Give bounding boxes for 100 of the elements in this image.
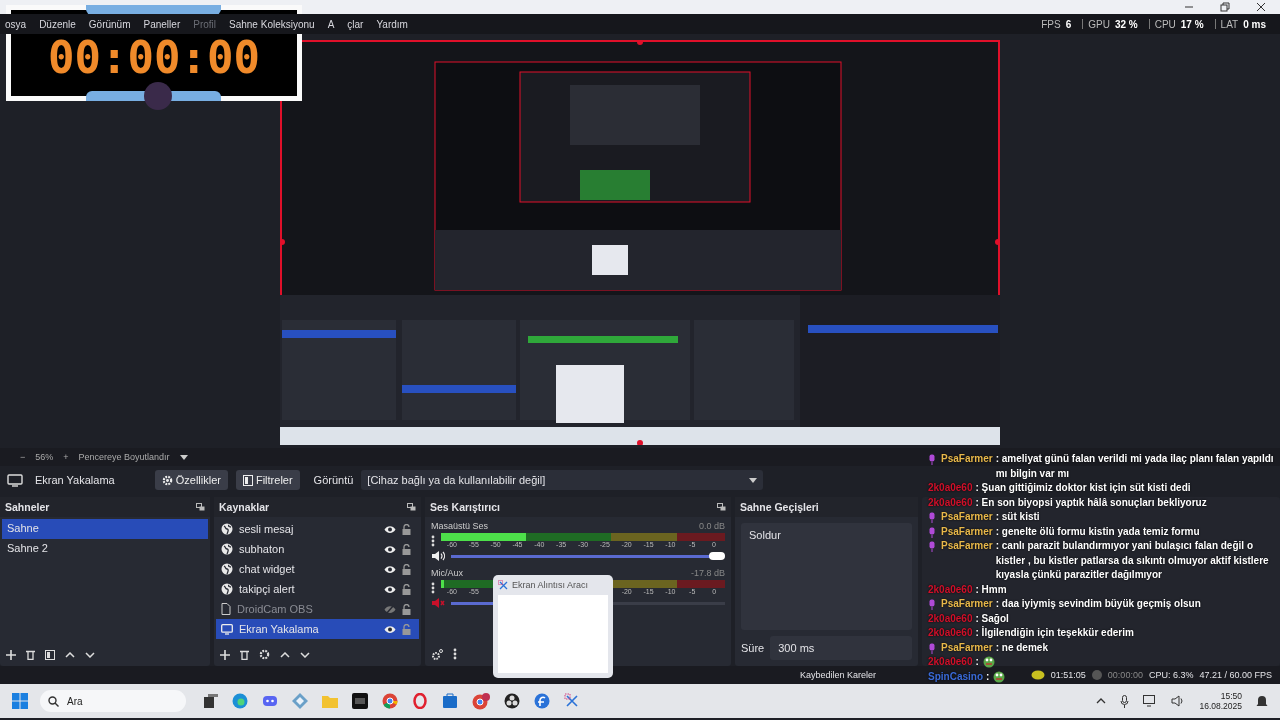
- chevron-up-icon[interactable]: [1096, 698, 1107, 704]
- more-icon[interactable]: [453, 648, 457, 660]
- source-item[interactable]: DroidCam OBS: [216, 599, 419, 619]
- menu-item[interactable]: A: [327, 18, 335, 30]
- tablet-app-icon[interactable]: [352, 693, 368, 709]
- filters-button[interactable]: Filtreler: [235, 470, 300, 490]
- filter-icon[interactable]: [45, 650, 55, 660]
- gear-icon: [161, 474, 173, 486]
- chat-text: : Şuan gittiğimiz doktor kist için süt kisti dedi: [975, 481, 1192, 495]
- eye-icon[interactable]: [384, 624, 396, 634]
- chrome-icon[interactable]: [382, 693, 398, 709]
- unlocked-icon[interactable]: [402, 603, 411, 615]
- menu-item[interactable]: çlar: [347, 18, 364, 30]
- unlocked-icon[interactable]: [402, 563, 411, 575]
- chevron-down-icon[interactable]: [85, 652, 95, 658]
- search-field[interactable]: Ara: [40, 690, 186, 712]
- bell-icon[interactable]: [1256, 694, 1268, 708]
- task-view-icon[interactable]: [204, 694, 218, 708]
- chat-text: :: [975, 655, 979, 669]
- settings-icon[interactable]: [259, 649, 270, 660]
- search-icon: [48, 695, 59, 707]
- hidden-eye-icon[interactable]: [384, 604, 396, 614]
- unlocked-icon[interactable]: [402, 543, 411, 555]
- source-item[interactable]: chat widget: [216, 559, 419, 579]
- filter-icon: [242, 474, 253, 486]
- more-icon[interactable]: [431, 581, 435, 594]
- globe-icon: [221, 543, 233, 555]
- record-status-icon: [1091, 670, 1102, 680]
- browser-icon[interactable]: [232, 693, 248, 709]
- monitor-icon: [221, 623, 233, 635]
- add-icon[interactable]: [6, 650, 16, 660]
- chat-username: 2k0a0e60: [928, 611, 973, 626]
- chat-username: 2k0a0e60: [928, 655, 973, 669]
- eye-icon[interactable]: [384, 564, 396, 574]
- network-icon[interactable]: [1143, 695, 1158, 707]
- source-item[interactable]: subhaton: [216, 539, 419, 559]
- slider-thumb[interactable]: [709, 552, 725, 560]
- properties-button[interactable]: Özellikler: [154, 470, 228, 490]
- scissors-icon[interactable]: [564, 693, 580, 709]
- chrome-icon[interactable]: [472, 692, 490, 710]
- chat-username: PsaFarmer: [941, 524, 993, 539]
- caret-icon[interactable]: [179, 454, 188, 460]
- eye-icon[interactable]: [384, 544, 396, 554]
- zoom-out-button[interactable]: −: [20, 452, 26, 462]
- speaker-icon[interactable]: [431, 550, 445, 562]
- stat-value: 17 %: [1180, 18, 1204, 30]
- chat-text: : ne demek: [995, 640, 1049, 655]
- unlocked-icon[interactable]: [402, 623, 411, 635]
- zoom-in-button[interactable]: +: [63, 452, 69, 462]
- close-icon[interactable]: [1256, 2, 1266, 12]
- unlocked-icon[interactable]: [402, 583, 411, 595]
- zoom-level: 56%: [35, 452, 54, 462]
- menu-item[interactable]: Sahne Koleksiyonu: [229, 18, 315, 30]
- volume-slider[interactable]: [451, 552, 725, 560]
- undock-icon[interactable]: [196, 503, 205, 511]
- channel-name: Mic/Aux: [431, 568, 463, 578]
- window-preview-popup[interactable]: Ekran Alıntısı Aracı: [493, 575, 613, 678]
- source-item[interactable]: Ekran Yakalama: [216, 619, 419, 639]
- source-item[interactable]: sesli mesaj: [216, 519, 419, 539]
- unlocked-icon[interactable]: [402, 523, 411, 535]
- scene-item[interactable]: Sahne 2: [2, 539, 208, 559]
- ring-icon[interactable]: [412, 693, 428, 709]
- chat-username: PsaFarmer: [941, 452, 993, 466]
- source-name: Ekran Yakalama: [35, 474, 115, 486]
- eye-icon[interactable]: [384, 584, 396, 594]
- menu-item[interactable]: Yardım: [376, 18, 408, 30]
- undock-icon[interactable]: [717, 503, 726, 511]
- menu-item[interactable]: osya: [5, 18, 27, 30]
- undock-icon[interactable]: [407, 503, 416, 511]
- chat-app-icon[interactable]: [262, 693, 278, 709]
- speaker-icon[interactable]: [1171, 695, 1186, 707]
- menu-item[interactable]: Görünüm: [88, 18, 131, 30]
- store-icon[interactable]: [442, 693, 458, 709]
- menu-item[interactable]: Düzenle: [39, 18, 76, 30]
- cpu-usage: CPU: 6.3%: [1148, 670, 1194, 680]
- duration-field[interactable]: 300 ms: [770, 636, 912, 660]
- trash-icon[interactable]: [26, 650, 35, 660]
- dock-title: Kaynaklar: [219, 501, 270, 513]
- source-item[interactable]: takipçi alert: [216, 579, 419, 599]
- recording-app-icon[interactable]: [504, 693, 520, 709]
- menu-item[interactable]: Paneller: [143, 18, 181, 30]
- eye-icon[interactable]: [384, 524, 396, 534]
- start-icon[interactable]: [12, 693, 28, 709]
- scene-item[interactable]: Sahne: [2, 519, 208, 539]
- restore-icon[interactable]: [1220, 2, 1230, 12]
- stat-label: FPS: [1041, 18, 1061, 30]
- transition-dropdown[interactable]: Soldur: [741, 523, 912, 630]
- chevron-down-icon[interactable]: [300, 651, 310, 658]
- microphone-icon[interactable]: [1120, 694, 1130, 708]
- display-dropdown[interactable]: [Cihaz bağlı ya da kullanılabilir değil]: [361, 470, 764, 490]
- settings-icon[interactable]: [431, 648, 443, 660]
- chat-username: PsaFarmer: [941, 640, 993, 655]
- channel-name: Masaüstü Ses: [431, 521, 489, 531]
- add-icon[interactable]: [220, 649, 230, 660]
- duration-label: Süre: [741, 642, 765, 654]
- trash-icon[interactable]: [240, 649, 249, 660]
- emote-icon: [992, 669, 1007, 683]
- more-icon[interactable]: [431, 534, 435, 547]
- scissors-icon: [498, 580, 508, 590]
- app-icon[interactable]: [534, 693, 550, 709]
